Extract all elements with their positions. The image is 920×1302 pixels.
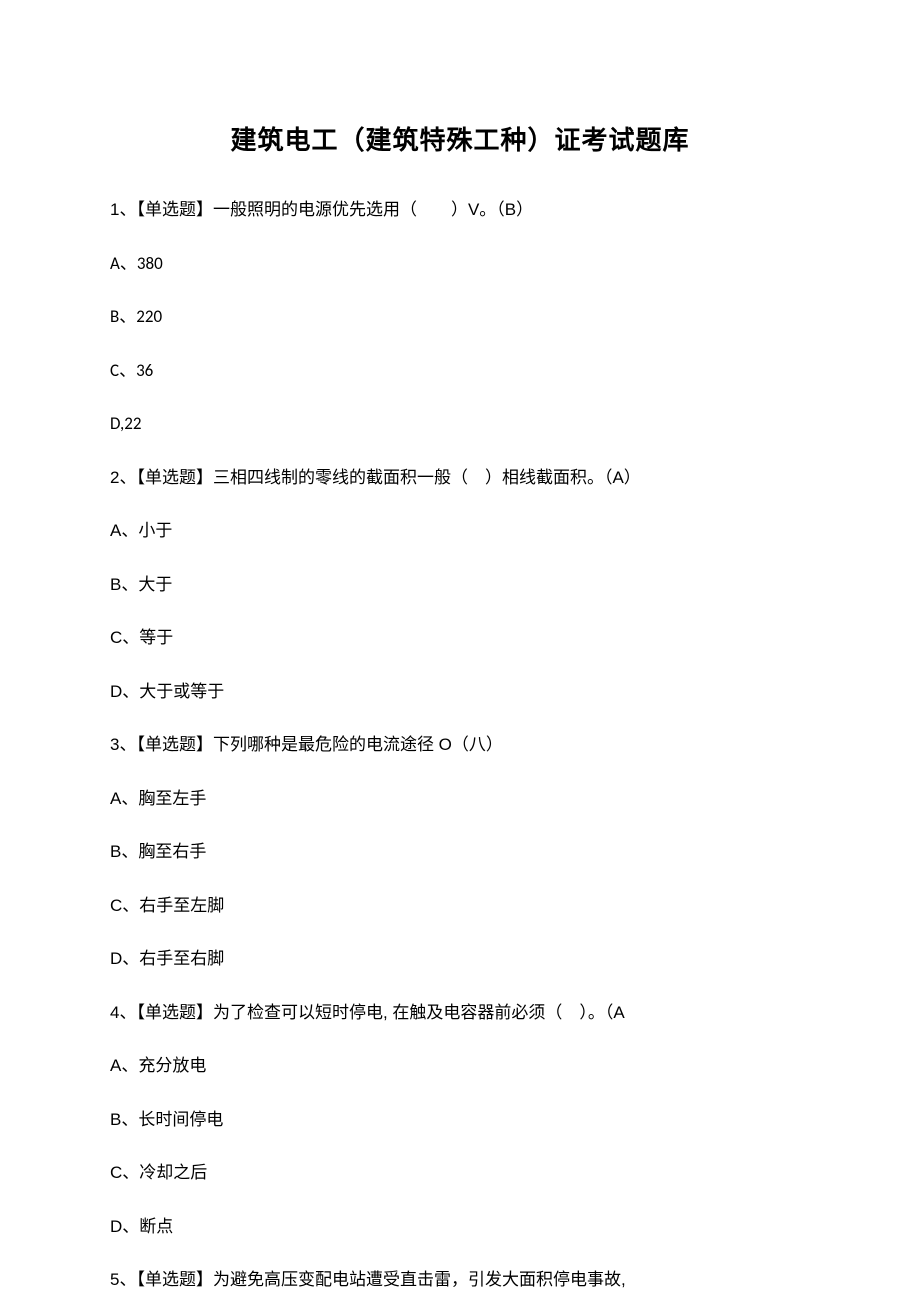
question-4-text: 4、【单选题】为了检查可以短时停电, 在触及电容器前必须（ ）。（A (110, 1000, 810, 1026)
question-1-option-a: A、380 (110, 251, 810, 277)
question-4-option-a: A、充分放电 (110, 1053, 810, 1079)
question-4-option-b: B、长时间停电 (110, 1107, 810, 1133)
question-1-option-d: D,22 (110, 411, 810, 437)
question-5-text: 5、【单选题】为避免高压变配电站遭受直击雷，引发大面积停电事故, (110, 1267, 810, 1293)
question-3-option-d: D、右手至右脚 (110, 946, 810, 972)
question-3-option-b: B、胸至右手 (110, 839, 810, 865)
question-3-option-c: C、右手至左脚 (110, 893, 810, 919)
question-4-option-d: D、断点 (110, 1214, 810, 1240)
question-1-text: 1、【单选题】一般照明的电源优先选用（ ）V。（B） (110, 197, 810, 223)
question-1-option-b: B、220 (110, 304, 810, 330)
question-2-option-a: A、小于 (110, 518, 810, 544)
question-2-option-b: B、大于 (110, 572, 810, 598)
question-4-option-c: C、冷却之后 (110, 1160, 810, 1186)
question-2-text: 2、【单选题】三相四线制的零线的截面积一般（ ）相线截面积。（A） (110, 465, 810, 491)
question-2-option-d: D、大于或等于 (110, 679, 810, 705)
question-3-text: 3、【单选题】下列哪种是最危险的电流途径 O（八） (110, 732, 810, 758)
document-title: 建筑电工（建筑特殊工种）证考试题库 (110, 120, 810, 157)
question-2-option-c: C、等于 (110, 625, 810, 651)
question-3-option-a: A、胸至左手 (110, 786, 810, 812)
question-1-option-c: C、36 (110, 358, 810, 384)
